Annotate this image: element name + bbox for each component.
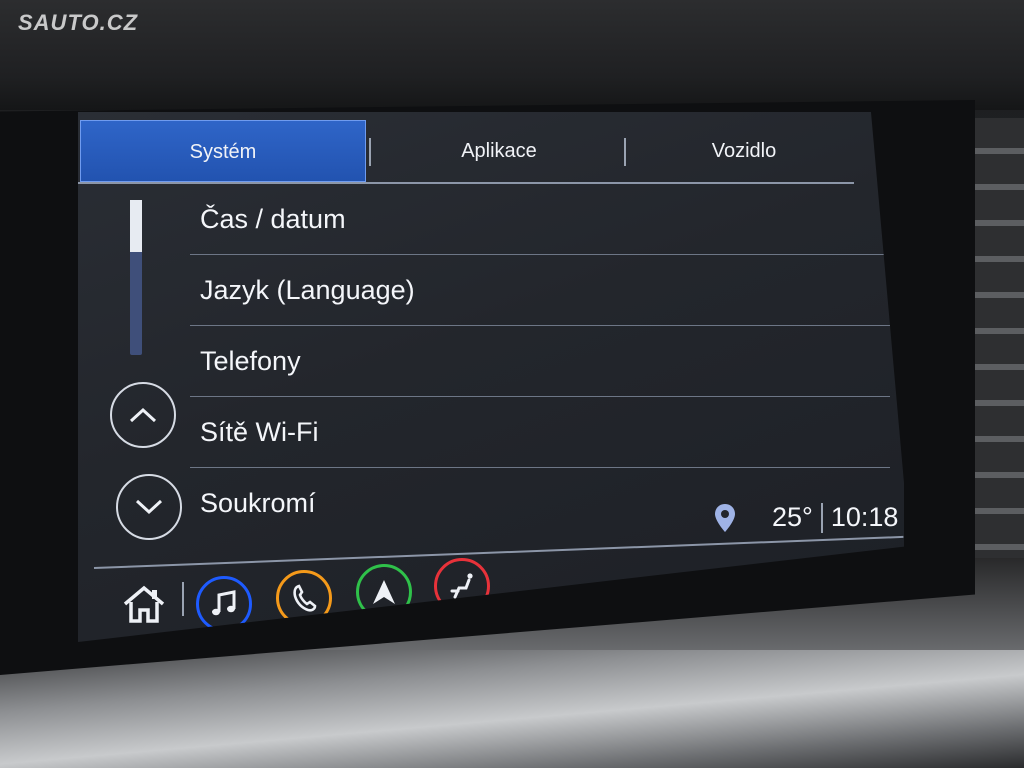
- scroll-down-button[interactable]: [116, 474, 182, 540]
- list-item-wifi[interactable]: Sítě Wi-Fi: [190, 397, 890, 468]
- tab-separator: [369, 138, 371, 166]
- chevron-up-icon: [129, 407, 157, 423]
- dashboard-trim: [0, 650, 1024, 768]
- status-separator: [820, 502, 823, 533]
- scrollbar[interactable]: [130, 200, 142, 355]
- list-item-time-date[interactable]: Čas / datum: [190, 184, 890, 255]
- phone-icon: [293, 584, 317, 612]
- navigation-arrow-icon: [373, 580, 395, 604]
- list-item-phones[interactable]: Telefony: [190, 326, 890, 397]
- tab-separator: [624, 138, 626, 166]
- music-note-icon: [212, 590, 236, 616]
- chevron-down-icon: [135, 499, 163, 515]
- location-pin-icon: [715, 503, 735, 532]
- dashboard-top: SAUTO.CZ: [0, 0, 1024, 110]
- watermark: SAUTO.CZ: [18, 10, 139, 35]
- tab-vehicle[interactable]: Vozidlo: [630, 120, 858, 182]
- tab-bar: Systém Aplikace Vozidlo: [78, 120, 858, 182]
- temperature: 25°: [772, 502, 813, 532]
- clock: 10:18: [830, 502, 899, 532]
- status-area: 25° 10:18: [714, 502, 898, 533]
- settings-list: Čas / datum Jazyk (Language) Telefony Sí…: [190, 184, 890, 538]
- scrollbar-thumb[interactable]: [130, 200, 142, 252]
- home-icon[interactable]: [122, 584, 166, 624]
- dock-separator: [182, 582, 184, 616]
- list-item-language[interactable]: Jazyk (Language): [190, 255, 890, 326]
- scroll-up-button[interactable]: [110, 382, 176, 448]
- tab-system[interactable]: Systém: [80, 120, 366, 182]
- tab-apps[interactable]: Aplikace: [374, 120, 624, 182]
